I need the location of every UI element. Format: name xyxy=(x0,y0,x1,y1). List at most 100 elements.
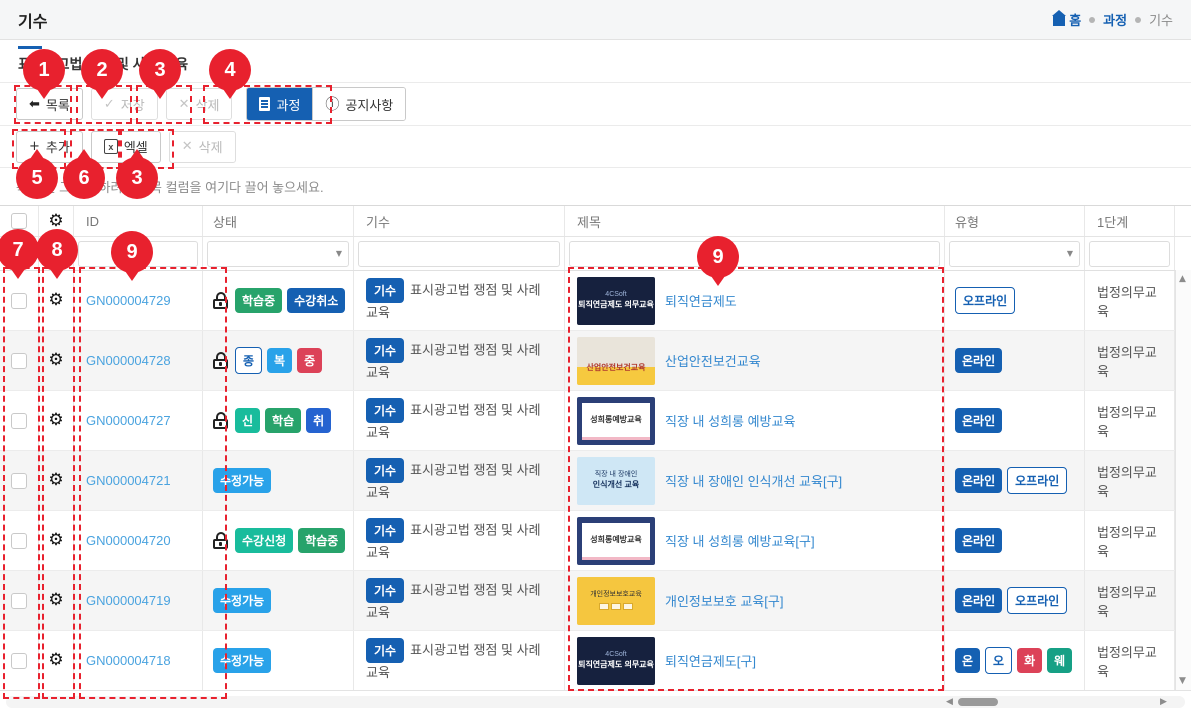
notice-button[interactable]: ⓘ 공지사항 xyxy=(312,88,405,120)
row-checkbox[interactable] xyxy=(11,653,27,669)
gear-icon[interactable]: ⚙ xyxy=(48,472,63,489)
row-select-cell xyxy=(0,631,39,690)
scroll-left-icon[interactable]: ◀ xyxy=(946,697,953,707)
row-actions-cell: ⚙ xyxy=(39,451,74,510)
row-cohort-cell: 기수표시광고법 쟁점 및 사례 교육 xyxy=(354,511,565,570)
gear-icon[interactable]: ⚙ xyxy=(48,652,63,669)
column-header-level[interactable]: 1단계 xyxy=(1085,206,1175,236)
course-title-link[interactable]: 직장 내 성희롱 예방교육 xyxy=(665,411,795,430)
row-actions-cell: ⚙ xyxy=(39,511,74,570)
row-select-cell xyxy=(0,391,39,450)
course-thumbnail: 직장 내 장애인인식개선 교육 xyxy=(577,457,655,505)
breadcrumb-course[interactable]: 과정 xyxy=(1103,10,1127,29)
vertical-scrollbar[interactable]: ▲ ▼ xyxy=(1175,270,1191,690)
close-icon: ✕ xyxy=(182,140,193,153)
filter-title-input[interactable] xyxy=(569,241,940,267)
course-thumbnail: 4CSoft퇴직연금제도 의무교육 xyxy=(577,637,655,685)
row-checkbox[interactable] xyxy=(11,593,27,609)
filter-status-select[interactable]: ▼ xyxy=(207,241,349,267)
course-title-link[interactable]: 퇴직연금제도[구] xyxy=(665,651,756,670)
row-id-link[interactable]: GN000004718 xyxy=(86,653,171,668)
table-row: ⚙GN000004729학습중수강취소기수표시광고법 쟁점 및 사례 교육4CS… xyxy=(0,271,1191,331)
callout-badge-5: 5 xyxy=(16,157,58,199)
level-value: 법정의무교육 xyxy=(1097,402,1162,440)
breadcrumb-home[interactable]: 홈 xyxy=(1053,10,1081,29)
row-select-cell xyxy=(0,331,39,390)
type-badge: 온라인 xyxy=(955,528,1002,553)
callout-badge-8: 8 xyxy=(36,229,78,271)
scroll-down-icon[interactable]: ▼ xyxy=(1179,676,1186,686)
data-grid: ⚙ ID 상태 기수 제목 유형 1단계 ▼ ▼ ⚙GN000004729학습중… xyxy=(0,206,1191,691)
scroll-up-icon[interactable]: ▲ xyxy=(1179,274,1186,284)
select-all-checkbox[interactable] xyxy=(11,213,27,229)
row-checkbox[interactable] xyxy=(11,473,27,489)
gear-icon[interactable]: ⚙ xyxy=(48,352,63,369)
row-id-link[interactable]: GN000004721 xyxy=(86,473,171,488)
course-button[interactable]: 과정 xyxy=(247,88,312,120)
course-title-link[interactable]: 산업안전보건교육 xyxy=(665,351,761,370)
back-arrow-icon: ⬅ xyxy=(29,98,40,111)
cohort-badge: 기수 xyxy=(366,398,404,423)
row-checkbox[interactable] xyxy=(11,413,27,429)
filter-type-select[interactable]: ▼ xyxy=(949,241,1080,267)
row-id-cell: GN000004720 xyxy=(74,511,203,570)
row-checkbox[interactable] xyxy=(11,293,27,309)
horizontal-scroll-thumb[interactable] xyxy=(958,698,998,706)
tab-course-cohort[interactable]: 표시광고법 쟁점 및 사례 교육 xyxy=(18,54,1173,74)
callout-badge-3: 3 xyxy=(116,157,158,199)
row-checkbox[interactable] xyxy=(11,353,27,369)
column-header-type[interactable]: 유형 xyxy=(945,206,1085,236)
row-level-cell: 법정의무교육 xyxy=(1085,451,1175,510)
course-title-link[interactable]: 직장 내 장애인 인식개선 교육[구] xyxy=(665,471,842,490)
horizontal-scrollbar[interactable]: ◀ ▶ xyxy=(0,690,1191,713)
course-title-link[interactable]: 퇴직연금제도 xyxy=(665,291,737,310)
column-header-cohort[interactable]: 기수 xyxy=(354,206,565,236)
callout-badge-4: 4 xyxy=(209,49,251,91)
row-id-link[interactable]: GN000004728 xyxy=(86,353,171,368)
cohort-badge: 기수 xyxy=(366,638,404,663)
row-actions-cell: ⚙ xyxy=(39,331,74,390)
row-status-cell: 신학습취 xyxy=(203,391,354,450)
row-actions-cell: ⚙ xyxy=(39,571,74,630)
cohort-badge: 기수 xyxy=(366,338,404,363)
type-badge: 온 xyxy=(955,648,980,673)
breadcrumb: 홈 과정 기수 xyxy=(1053,10,1173,29)
row-type-cell: 온오화웨 xyxy=(945,631,1085,690)
table-row: ⚙GN000004727신학습취기수표시광고법 쟁점 및 사례 교육성희롱예방교… xyxy=(0,391,1191,451)
gear-icon[interactable]: ⚙ xyxy=(48,292,63,309)
row-level-cell: 법정의무교육 xyxy=(1085,511,1175,570)
add-button[interactable]: + 추가 xyxy=(16,131,83,163)
course-title-link[interactable]: 직장 내 성희롱 예방교육[구] xyxy=(665,531,815,550)
horizontal-scroll-track[interactable] xyxy=(6,696,1185,708)
excel-export-button[interactable]: x 엑셀 xyxy=(91,131,161,163)
type-badge: 오프라인 xyxy=(1007,467,1067,494)
course-title-link[interactable]: 개인정보보호 교육[구] xyxy=(665,591,783,610)
gear-icon[interactable]: ⚙ xyxy=(48,213,63,230)
grid-toolbar: + 추가 x 엑셀 ✕ 삭제 xyxy=(0,126,1191,168)
cohort-badge: 기수 xyxy=(366,278,404,303)
row-checkbox[interactable] xyxy=(11,533,27,549)
row-id-link[interactable]: GN000004729 xyxy=(86,293,171,308)
row-level-cell: 법정의무교육 xyxy=(1085,571,1175,630)
gear-icon[interactable]: ⚙ xyxy=(48,592,63,609)
scroll-right-icon[interactable]: ▶ xyxy=(1160,697,1167,707)
row-id-cell: GN000004719 xyxy=(74,571,203,630)
filter-level-input[interactable] xyxy=(1089,241,1170,267)
breadcrumb-separator-icon xyxy=(1089,17,1095,23)
row-id-link[interactable]: GN000004719 xyxy=(86,593,171,608)
row-id-cell: GN000004718 xyxy=(74,631,203,690)
delete-rows-button[interactable]: ✕ 삭제 xyxy=(169,131,236,163)
filter-cohort-input[interactable] xyxy=(358,241,560,267)
type-badge: 오프라인 xyxy=(1007,587,1067,614)
cohort-badge: 기수 xyxy=(366,458,404,483)
document-icon xyxy=(259,97,270,111)
row-id-link[interactable]: GN000004720 xyxy=(86,533,171,548)
group-by-panel[interactable]: 목록 별 그룹화 하려면 항목 컬럼을 여기다 끌어 놓으세요. xyxy=(0,168,1191,206)
row-id-link[interactable]: GN000004727 xyxy=(86,413,171,428)
row-actions-cell: ⚙ xyxy=(39,271,74,330)
gear-icon[interactable]: ⚙ xyxy=(48,532,63,549)
gear-icon[interactable]: ⚙ xyxy=(48,412,63,429)
column-header-status[interactable]: 상태 xyxy=(203,206,354,236)
column-header-title[interactable]: 제목 xyxy=(565,206,945,236)
breadcrumb-current: 기수 xyxy=(1149,10,1173,29)
